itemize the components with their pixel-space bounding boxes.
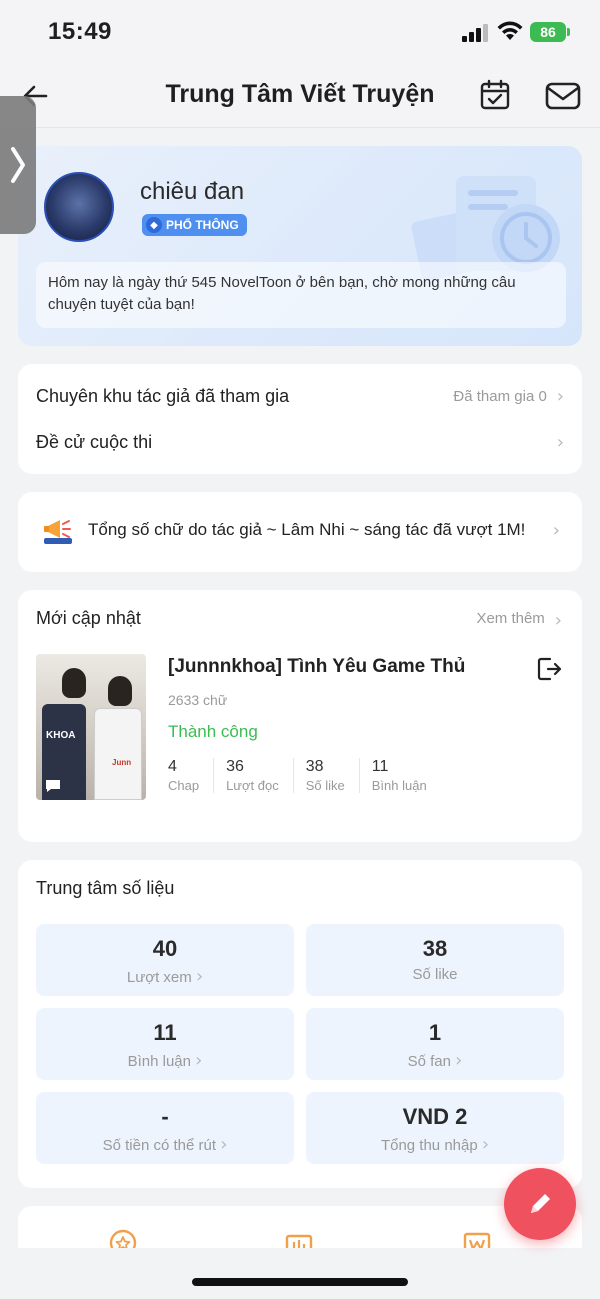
metric-value: 1 <box>428 1020 442 1045</box>
metric-label: Số like <box>412 966 458 983</box>
see-more-link[interactable]: Xem thêm › <box>476 610 562 631</box>
chevron-right-icon: › <box>455 1050 463 1071</box>
chevron-right-icon: › <box>554 610 562 631</box>
metric-views[interactable]: 40 Lượt xem › <box>36 924 294 996</box>
stat-comments: 11 Bình luận <box>372 758 441 793</box>
metric-label: Bình luận <box>127 1053 191 1070</box>
page-title: Trung Tâm Viết Truyện <box>165 80 435 108</box>
cover-jersey-text: KHOA <box>46 730 76 741</box>
recent-section-title: Mới cập nhật <box>36 608 141 628</box>
metric-value: VND 2 <box>402 1104 468 1129</box>
metric-value: 38 <box>422 936 448 961</box>
metric-value: 40 <box>152 936 178 961</box>
announcement-text: Tổng số chữ do tác giả ~ Lâm Nhi ~ sáng … <box>88 520 526 539</box>
story-word-count: 2633 chữ <box>168 692 228 708</box>
chevron-right-icon: › <box>220 1134 228 1155</box>
stat-chapters: 4 Chap <box>168 758 215 793</box>
nav-bar: Trung Tâm Viết Truyện <box>0 64 600 128</box>
chevron-right-icon: › <box>556 385 564 407</box>
chevron-right-icon: › <box>481 1134 490 1155</box>
author-menu-card: Chuyên khu tác giả đã tham gia Đã tham g… <box>18 364 582 474</box>
stat-reads: 36 Lượt đọc <box>226 758 294 793</box>
mail-icon[interactable] <box>544 80 582 112</box>
calendar-checkin-icon[interactable] <box>478 78 512 112</box>
status-time: 15:49 <box>48 18 112 45</box>
announcement-card[interactable]: Tổng số chữ do tác giả ~ Lâm Nhi ~ sáng … <box>18 492 582 572</box>
rank-label: PHỔ THÔNG <box>166 218 239 232</box>
stat-value: 36 <box>226 758 244 775</box>
comment-bubble-icon <box>46 780 60 792</box>
chevron-right-icon: › <box>195 1050 203 1071</box>
stat-label: Lượt đọc <box>226 778 279 793</box>
side-drawer-handle[interactable] <box>0 96 36 234</box>
metric-comments[interactable]: 11 Bình luận › <box>36 1008 294 1080</box>
megaphone-icon <box>44 520 72 544</box>
username: chiêu đan <box>140 178 245 205</box>
cellular-signal-icon <box>462 24 488 42</box>
chevron-right-icon: › <box>195 966 204 987</box>
diamond-icon: ◆ <box>146 217 162 233</box>
data-center-card: Trung tâm số liệu 40 Lượt xem › 38 Số li… <box>18 860 582 1188</box>
story-cover-image[interactable]: KHOA Junn <box>36 654 146 800</box>
cover-head-left <box>62 668 86 698</box>
contest-nomination-label: Đề cử cuộc thi <box>36 431 153 452</box>
metric-label: Tổng thu nhập <box>380 1137 478 1154</box>
contest-nomination-row[interactable]: Đề cử cuộc thi › <box>36 420 564 464</box>
avatar[interactable] <box>44 172 114 242</box>
metric-value: - <box>161 1104 169 1129</box>
metric-total-income[interactable]: VND 2 Tổng thu nhập › <box>306 1092 564 1164</box>
story-title[interactable]: [Junnnkhoa] Tình Yêu Game Thủ <box>168 656 465 678</box>
chevron-right-icon: › <box>552 520 560 541</box>
data-center-title: Trung tâm số liệu <box>36 878 175 898</box>
battery-tip <box>567 28 570 36</box>
metric-label: Lượt xem <box>126 969 192 986</box>
stat-label: Số like <box>305 778 345 793</box>
author-zone-row[interactable]: Chuyên khu tác giả đã tham gia Đã tham g… <box>36 374 564 418</box>
exit-icon[interactable] <box>536 656 562 682</box>
metric-likes: 38 Số like <box>306 924 564 996</box>
stat-label: Bình luận <box>371 778 427 793</box>
rank-badge: ◆ PHỔ THÔNG <box>142 214 247 236</box>
author-zone-label: Chuyên khu tác giả đã tham gia <box>36 385 290 406</box>
cover-person-right <box>94 708 142 800</box>
write-story-button[interactable] <box>504 1168 576 1240</box>
recent-update-card: Mới cập nhật Xem thêm › KHOA Junn [Junnn… <box>18 590 582 842</box>
story-stats: 4 Chap 36 Lượt đọc 38 Số like 11 Bình lu… <box>168 758 453 793</box>
battery-indicator: 86 <box>530 22 566 42</box>
stat-likes: 38 Số like <box>306 758 360 793</box>
metric-fans[interactable]: 1 Số fan › <box>306 1008 564 1080</box>
metric-withdrawable[interactable]: - Số tiền có thể rút › <box>36 1092 294 1164</box>
profile-card: chiêu đan ◆ PHỔ THÔNG Hôm nay là ngày th… <box>18 146 582 346</box>
battery-level: 86 <box>540 24 556 40</box>
story-status: Thành công <box>168 722 258 741</box>
metric-value: 11 <box>153 1020 177 1045</box>
welcome-message: Hôm nay là ngày thứ 545 NovelToon ở bên … <box>36 262 566 328</box>
metric-label: Số fan <box>407 1053 451 1070</box>
chevron-right-icon: › <box>556 431 564 453</box>
author-zone-status: Đã tham gia 0 <box>453 387 547 405</box>
home-indicator[interactable] <box>192 1278 408 1286</box>
bottom-safe-area <box>0 1248 600 1299</box>
metric-label: Số tiền có thể rút <box>102 1137 217 1154</box>
chevron-right-icon <box>11 147 25 183</box>
cover-head-right <box>108 676 132 706</box>
status-bar: 15:49 86 <box>0 0 600 64</box>
stat-label: Chap <box>168 778 200 793</box>
stat-value: 4 <box>168 758 177 775</box>
pencil-icon <box>531 1194 550 1213</box>
see-more-label: Xem thêm <box>476 610 545 627</box>
wifi-icon <box>497 21 523 40</box>
stat-value: 11 <box>371 758 389 775</box>
stat-value: 38 <box>305 758 324 775</box>
cover-jersey-text-2: Junn <box>112 758 132 767</box>
